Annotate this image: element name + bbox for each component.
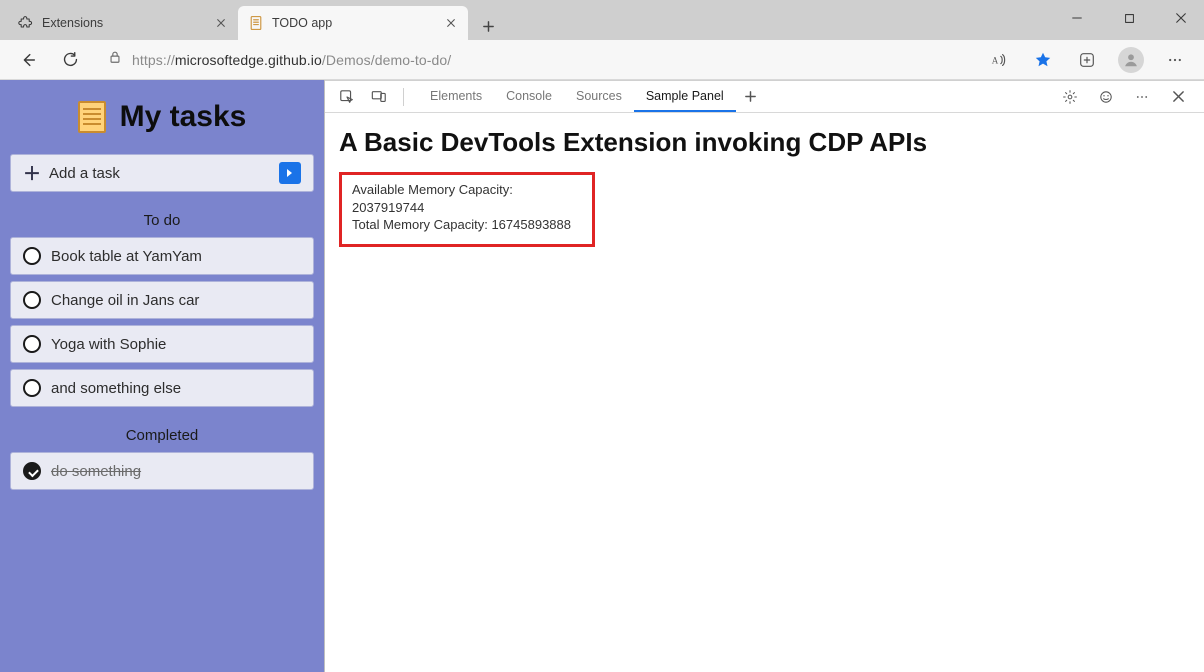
task-label: and something else xyxy=(51,380,181,397)
tab-title: Extensions xyxy=(42,16,206,30)
close-icon[interactable] xyxy=(444,16,458,30)
tab-title: TODO app xyxy=(272,16,436,30)
total-memory-label: Total Memory Capacity: xyxy=(352,217,488,232)
close-window-button[interactable] xyxy=(1164,4,1198,32)
todo-section-label: To do xyxy=(10,212,314,229)
add-task-placeholder: Add a task xyxy=(49,165,120,182)
browser-tab-extensions[interactable]: Extensions xyxy=(8,6,238,40)
url-path: /Demos/demo-to-do/ xyxy=(322,52,451,68)
read-aloud-button[interactable]: A xyxy=(984,45,1014,75)
avatar-icon xyxy=(1118,47,1144,73)
url-text: https://microsoftedge.github.io/Demos/de… xyxy=(132,52,451,68)
devtools-add-tab-button[interactable] xyxy=(736,81,766,112)
document-icon xyxy=(248,15,264,31)
extension-icon xyxy=(18,15,34,31)
task-label: do something xyxy=(51,463,141,480)
browser-chrome: Extensions TODO app xyxy=(0,0,1204,80)
lock-icon xyxy=(108,50,122,69)
total-memory-value: 16745893888 xyxy=(491,217,571,232)
devtools-settings-button[interactable] xyxy=(1056,89,1084,105)
task-item[interactable]: Book table at YamYam xyxy=(10,237,314,275)
content-area: My tasks ＋ Add a task To do Book table a… xyxy=(0,80,1204,672)
checkbox-icon[interactable] xyxy=(23,335,41,353)
task-item[interactable]: Yoga with Sophie xyxy=(10,325,314,363)
checkbox-icon[interactable] xyxy=(23,379,41,397)
devtools-feedback-button[interactable] xyxy=(1092,89,1120,105)
profile-button[interactable] xyxy=(1116,45,1146,75)
app-title-row: My tasks xyxy=(10,100,314,134)
devtools-tabbar: Elements Console Sources Sample Panel xyxy=(325,81,1204,113)
total-memory-row: Total Memory Capacity: 16745893888 xyxy=(352,216,582,234)
back-button[interactable] xyxy=(14,46,42,74)
inspect-element-button[interactable] xyxy=(333,89,361,105)
task-label: Change oil in Jans car xyxy=(51,292,199,309)
checkbox-icon[interactable] xyxy=(23,291,41,309)
task-item[interactable]: Change oil in Jans car xyxy=(10,281,314,319)
add-task-input[interactable]: ＋ Add a task xyxy=(10,154,314,192)
favorite-button[interactable] xyxy=(1028,45,1058,75)
checkbox-checked-icon[interactable] xyxy=(23,462,41,480)
devtools-tab-elements[interactable]: Elements xyxy=(418,81,494,112)
device-toolbar-button[interactable] xyxy=(365,89,393,105)
available-memory-value: 2037919744 xyxy=(352,200,424,215)
notepad-icon xyxy=(78,101,106,133)
devtools-pane: Elements Console Sources Sample Panel xyxy=(325,80,1204,672)
new-tab-button[interactable] xyxy=(474,12,502,40)
task-item-done[interactable]: do something xyxy=(10,452,314,490)
app-title: My tasks xyxy=(120,100,247,134)
address-bar[interactable]: https://microsoftedge.github.io/Demos/de… xyxy=(98,44,970,76)
collections-button[interactable] xyxy=(1072,45,1102,75)
plus-icon: ＋ xyxy=(23,160,41,186)
submit-task-button[interactable] xyxy=(279,162,301,184)
completed-section-label: Completed xyxy=(10,427,314,444)
refresh-button[interactable] xyxy=(56,46,84,74)
todo-app: My tasks ＋ Add a task To do Book table a… xyxy=(0,80,325,672)
maximize-button[interactable] xyxy=(1112,4,1146,32)
close-icon[interactable] xyxy=(214,16,228,30)
devtools-tab-sources[interactable]: Sources xyxy=(564,81,634,112)
svg-text:A: A xyxy=(992,55,999,65)
available-memory-row: Available Memory Capacity: 2037919744 xyxy=(352,181,582,216)
devtools-tab-sample-panel[interactable]: Sample Panel xyxy=(634,81,736,112)
checkbox-icon[interactable] xyxy=(23,247,41,265)
minimize-button[interactable] xyxy=(1060,4,1094,32)
panel-heading: A Basic DevTools Extension invoking CDP … xyxy=(339,127,1190,158)
browser-tab-todo[interactable]: TODO app xyxy=(238,6,468,40)
devtools-panel-body: A Basic DevTools Extension invoking CDP … xyxy=(325,113,1204,261)
browser-toolbar: https://microsoftedge.github.io/Demos/de… xyxy=(0,40,1204,80)
url-prefix: https:// xyxy=(132,52,175,68)
task-item[interactable]: and something else xyxy=(10,369,314,407)
tab-strip: Extensions TODO app xyxy=(0,0,1204,40)
task-label: Book table at YamYam xyxy=(51,248,202,265)
window-controls xyxy=(1060,4,1198,32)
url-domain: microsoftedge.github.io xyxy=(175,52,322,68)
devtools-tab-console[interactable]: Console xyxy=(494,81,564,112)
available-memory-label: Available Memory Capacity: xyxy=(352,182,513,197)
memory-info-box: Available Memory Capacity: 2037919744 To… xyxy=(339,172,595,247)
devtools-close-button[interactable] xyxy=(1164,90,1192,103)
more-button[interactable] xyxy=(1160,45,1190,75)
task-label: Yoga with Sophie xyxy=(51,336,166,353)
devtools-more-button[interactable] xyxy=(1128,90,1156,104)
separator xyxy=(403,88,404,106)
